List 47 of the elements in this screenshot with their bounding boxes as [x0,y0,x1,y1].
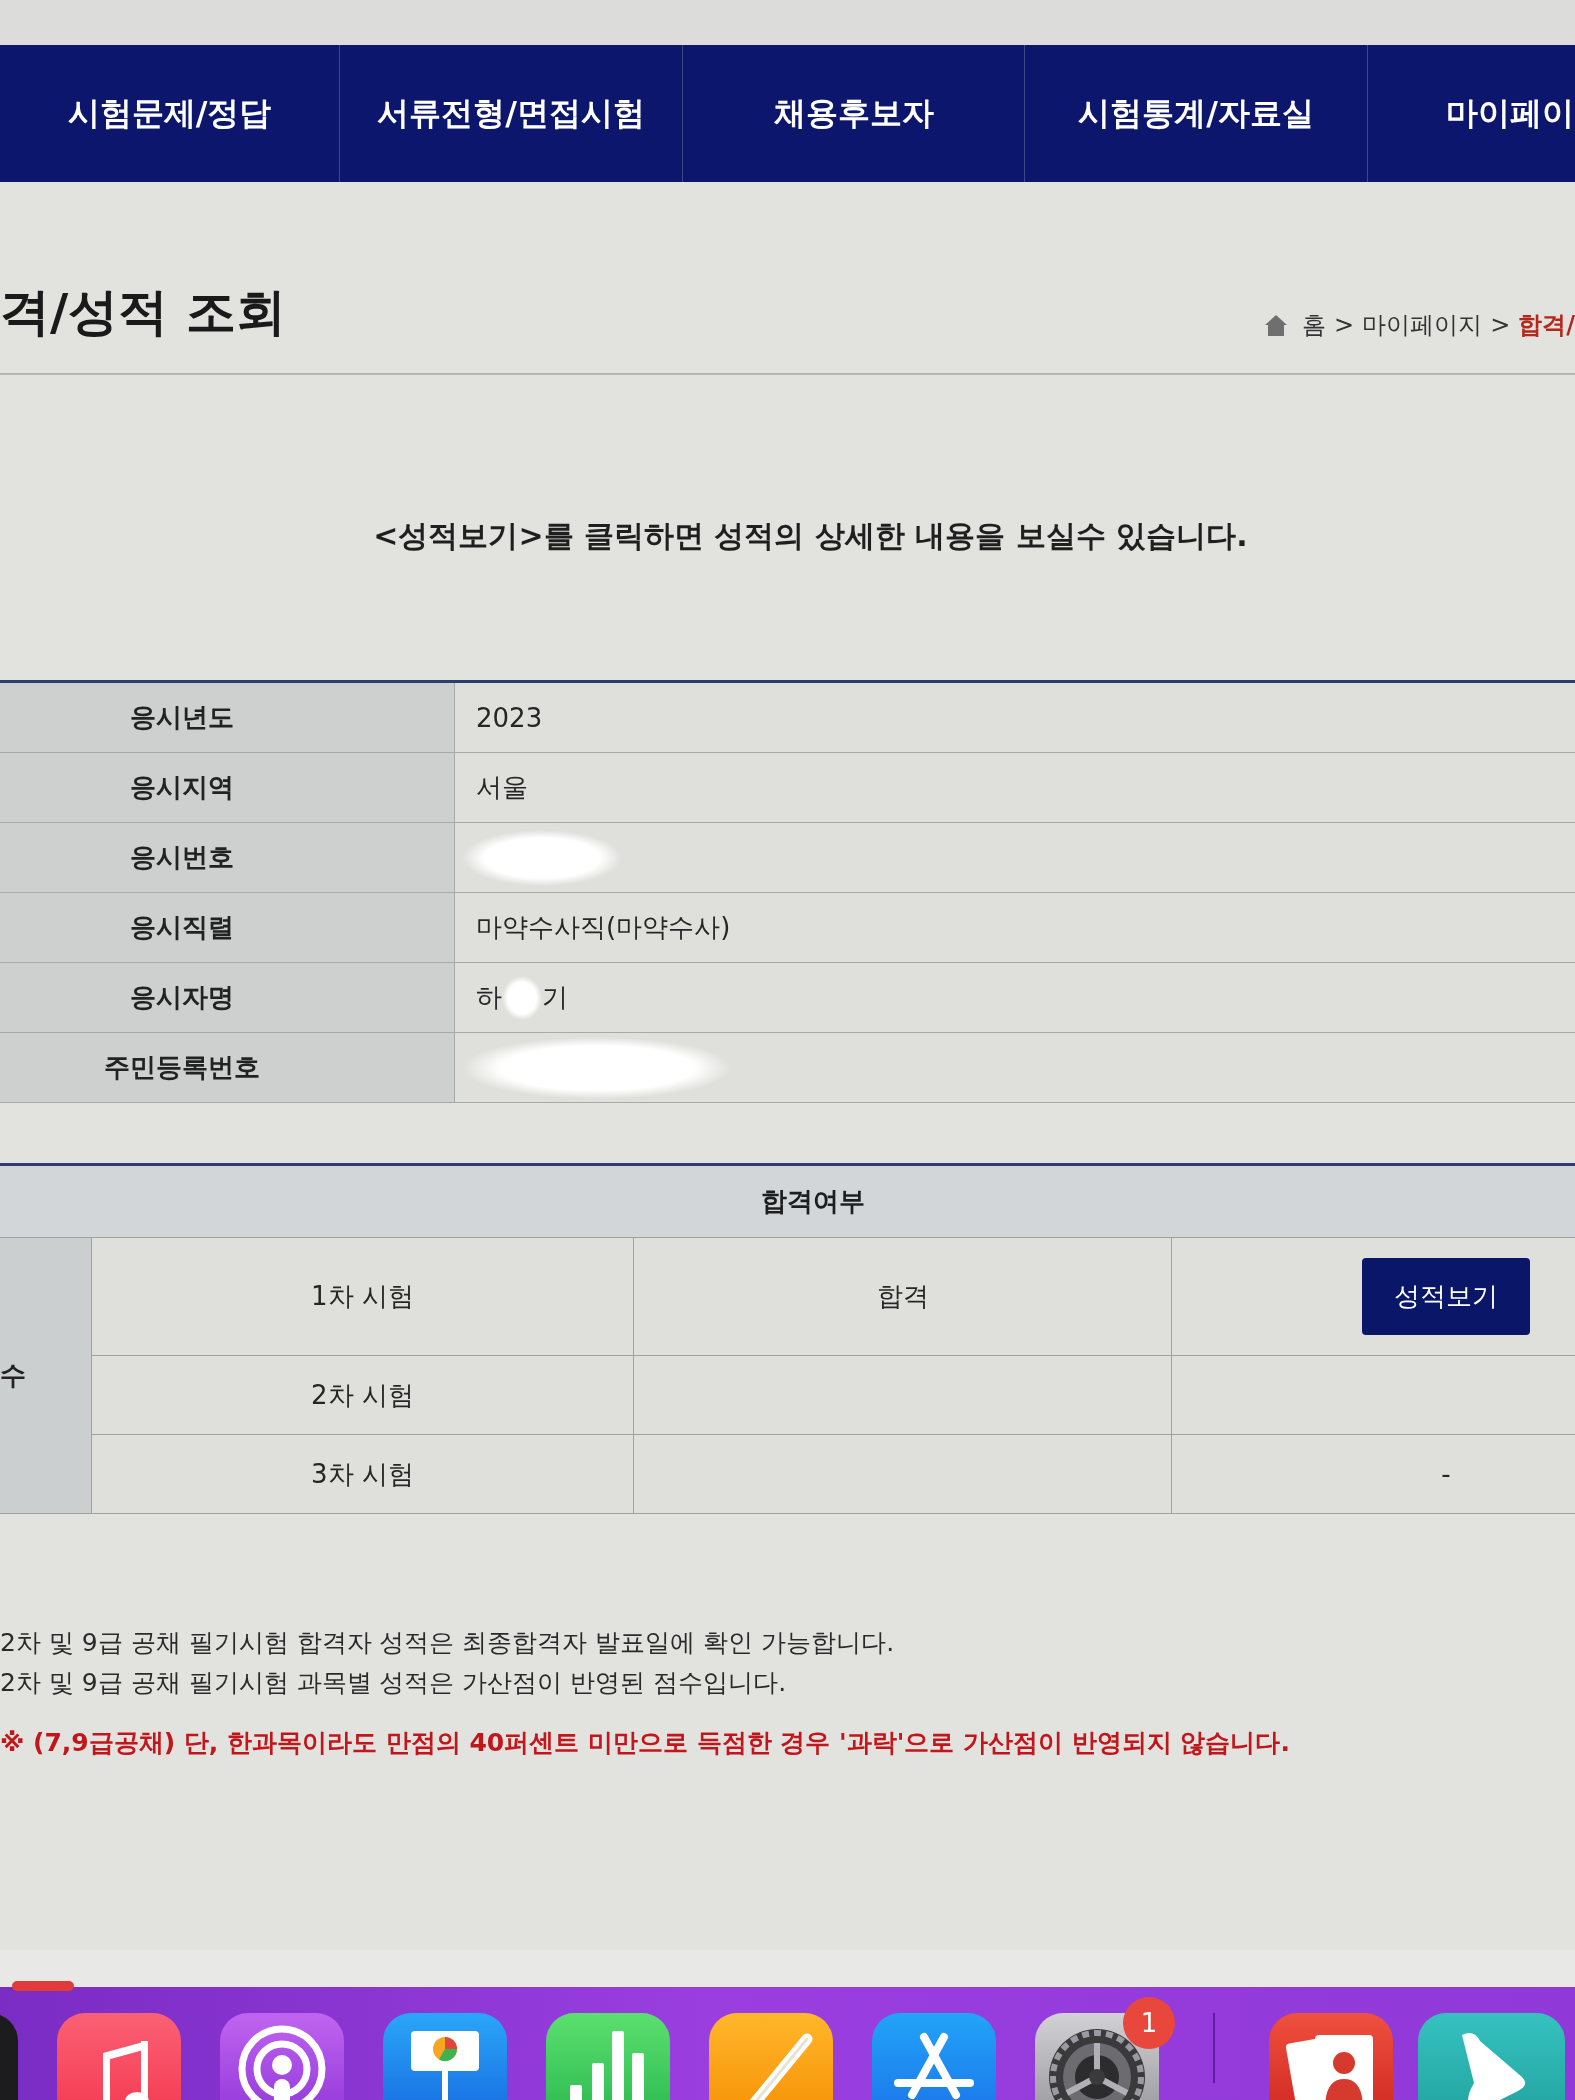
row-label: 응시지역 [0,753,455,822]
info-note: 2차 및 9급 공채 필기시험 합격자 성적은 최종합격자 발표일에 확인 가능합니다. [0,1628,896,1658]
value-text: 서울 [476,771,528,804]
breadcrumb-current: 합격/ [1518,310,1575,341]
breadcrumb-link[interactable]: 홈 [1302,308,1326,342]
pen-icon[interactable] [709,2013,833,2100]
cell-text: - [1441,1459,1451,1489]
value-text: 2023 [476,702,543,733]
play-arrow-icon[interactable] [1418,2013,1565,2100]
nav-tab[interactable]: 서류전형/면접시험 [339,45,682,182]
nav-tab[interactable]: 시험문제/정답 [0,45,339,182]
value-text: 기 [542,981,568,1014]
breadcrumb-separator: > [1490,310,1511,341]
group-label-cell: 수 [0,1238,92,1514]
a-shape-icon[interactable] [872,2013,996,2100]
value-text: 마약수사직(마약수사) [476,911,731,944]
exam-cell: 1차 시험 [92,1238,634,1356]
column-header: 합격여부 [0,1166,1575,1238]
exam-cell: 2차 시험 [92,1356,634,1435]
row-label: 응시번호 [0,823,455,892]
notification-badge: 1 [1123,1997,1175,2049]
home-icon[interactable] [1264,313,1288,337]
photo-cards-icon[interactable] [1269,2013,1393,2100]
podcast-icon[interactable] [220,2013,344,2100]
bar-chart-icon[interactable] [546,2013,670,2100]
row-label: 응시년도 [0,683,455,752]
dark-app-icon[interactable] [0,2013,18,2100]
row-label: 응시직렬 [0,893,455,962]
row-label: 응시자명 [0,963,455,1032]
settings-icon[interactable] [1035,2013,1159,2100]
breadcrumb-separator: > [1334,310,1355,341]
presentation-icon[interactable] [383,2013,507,2100]
nav-tab[interactable]: 시험통계/자료실 [1024,45,1367,182]
value-text: 하 [476,981,502,1014]
music-note-icon[interactable] [57,2013,181,2100]
page-title: 격/성적 조회 [0,282,286,342]
breadcrumb-link[interactable]: 마이페이지 [1362,308,1483,342]
info-note: 2차 및 9급 공채 필기시험 과목별 성적은 가산점이 반영된 점수입니다. [0,1668,788,1698]
warning-note: ※ (7,9급공채) 단, 한과목이라도 만점의 40퍼센트 미만으로 득점한 경우 '과락'으로 가산점이 반영되지 않습니다. [0,1728,1291,1758]
nav-tab[interactable]: 마이페이 [1367,45,1575,182]
dock-marker-icon [12,1981,74,1991]
exam-cell: 3차 시험 [92,1435,634,1514]
nav-tab[interactable]: 채용후보자 [682,45,1024,182]
view-score-button[interactable]: 성적보기 [1362,1258,1530,1335]
instruction-text: <성적보기>를 클릭하면 성적의 상세한 내용을 보실수 있습니다. [373,518,1248,554]
result-cell: 합격 [634,1238,1172,1356]
row-label: 주민등록번호 [0,1033,455,1102]
